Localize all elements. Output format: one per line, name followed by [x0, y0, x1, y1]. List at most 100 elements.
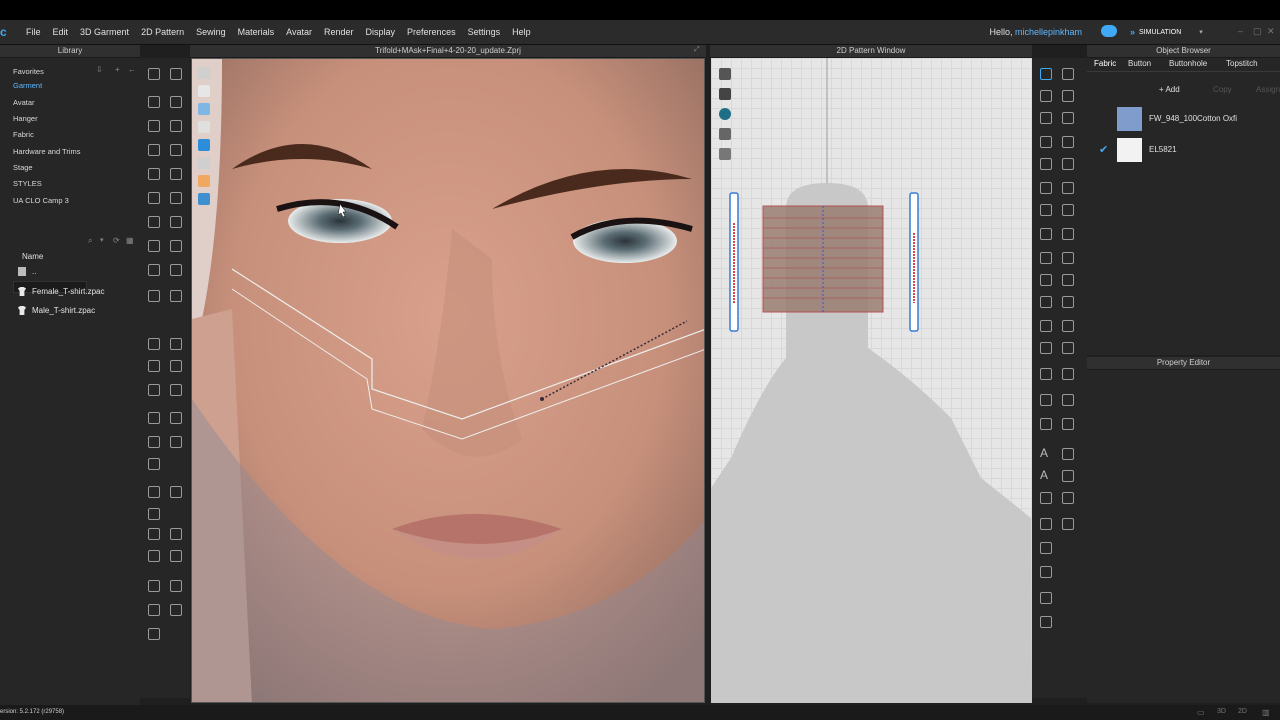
pattern-fill-icon[interactable] [1062, 274, 1074, 286]
pattern-lock-icon[interactable] [719, 148, 731, 160]
library-item-favorites[interactable]: Favorites [13, 67, 44, 76]
download-icon[interactable]: ⇩ [96, 65, 103, 74]
dashed-line-icon[interactable] [1062, 320, 1074, 332]
polygon-icon[interactable] [1040, 136, 1052, 148]
curve-point-icon[interactable] [1062, 90, 1074, 102]
layout-icon[interactable] [1040, 296, 1052, 308]
texture-icon[interactable] [148, 436, 160, 448]
avatar-view-icon[interactable] [198, 67, 210, 79]
stitch-icon[interactable] [1062, 252, 1074, 264]
add-point-icon[interactable] [1040, 112, 1052, 124]
seam-line-icon[interactable] [1040, 320, 1052, 332]
notch-icon[interactable] [1040, 204, 1052, 216]
file-parent[interactable]: .. [18, 267, 36, 276]
search-icon[interactable]: ⌕ [88, 236, 92, 246]
menu-help[interactable]: Help [506, 27, 537, 37]
minimize-icon[interactable]: – [1238, 26, 1243, 36]
graphic-icon[interactable] [148, 412, 160, 424]
pattern-globe-icon[interactable] [719, 108, 731, 120]
rectangle-icon[interactable] [1062, 136, 1074, 148]
seam-allowance-icon[interactable] [1040, 228, 1052, 240]
library-item-ua-clo-camp[interactable]: UA CLO Camp 3 [13, 196, 69, 205]
lasso-icon[interactable] [148, 580, 160, 592]
pen-2d-icon[interactable] [1040, 492, 1052, 504]
menu-display[interactable]: Display [360, 27, 402, 37]
measure-2d-icon[interactable] [1062, 394, 1074, 406]
pattern-viewport[interactable] [711, 58, 1032, 703]
drape-icon[interactable] [170, 604, 182, 616]
segment-sewing-icon[interactable] [148, 144, 160, 156]
menu-sewing[interactable]: Sewing [190, 27, 232, 37]
line-2d-icon[interactable] [1062, 296, 1074, 308]
3d-viewport[interactable] [191, 58, 705, 703]
avatar-measure-icon[interactable] [170, 580, 182, 592]
puckering-icon[interactable] [170, 360, 182, 372]
pin-2d-icon[interactable] [1040, 592, 1052, 604]
box-select-icon[interactable] [148, 120, 160, 132]
pattern-pen-icon[interactable] [719, 68, 731, 80]
filter-dropdown-icon[interactable]: ▾ [100, 236, 104, 244]
menu-preferences[interactable]: Preferences [401, 27, 462, 37]
menu-edit[interactable]: Edit [47, 27, 75, 37]
zigzag-icon[interactable] [1062, 342, 1074, 354]
edit-pattern-icon[interactable] [1040, 68, 1052, 80]
file-male-tshirt[interactable]: Male_T-shirt.zpac [18, 306, 95, 315]
elastic-icon[interactable] [148, 550, 160, 562]
puckering-2d-icon[interactable] [1040, 566, 1052, 578]
avatar-pose-icon[interactable] [170, 68, 182, 80]
name-column-header[interactable]: Name [22, 252, 43, 261]
cloud-icon[interactable] [1101, 25, 1117, 37]
transform-tool-icon[interactable] [170, 96, 182, 108]
texture-2d-icon[interactable] [1040, 274, 1052, 286]
internal-shape-icon[interactable] [1062, 158, 1074, 170]
copy-fabric-button[interactable]: Copy [1213, 85, 1232, 94]
pleat-icon[interactable] [1062, 204, 1074, 216]
circle-icon[interactable] [170, 290, 182, 302]
pin-icon[interactable] [170, 168, 182, 180]
fold-2d-icon[interactable] [1040, 418, 1052, 430]
add-icon[interactable]: + [115, 65, 120, 74]
file-female-tshirt[interactable]: Female_T-shirt.zpac [18, 287, 104, 296]
3d-layout-icon[interactable]: 3D [1217, 708, 1226, 715]
brush-icon[interactable] [148, 216, 160, 228]
skin-view-icon[interactable] [198, 175, 210, 187]
trace-icon[interactable] [1062, 182, 1074, 194]
ring-icon[interactable] [148, 604, 160, 616]
line-tool-icon[interactable] [148, 240, 160, 252]
library-item-stage[interactable]: Stage [13, 163, 33, 172]
button-tool-icon[interactable] [148, 384, 160, 396]
menu-2d-pattern[interactable]: 2D Pattern [135, 27, 190, 37]
bonding-icon[interactable] [1062, 228, 1074, 240]
body-view-icon[interactable] [198, 121, 210, 133]
layer-icon[interactable] [148, 508, 160, 520]
symbol-icon[interactable] [1062, 448, 1074, 460]
measure-icon[interactable] [148, 192, 160, 204]
zipper-icon[interactable] [148, 264, 160, 276]
edit-texture-icon[interactable] [170, 436, 182, 448]
image-icon[interactable] [1062, 492, 1074, 504]
library-item-hardware[interactable]: Hardware and Trims [13, 147, 81, 156]
split-icon[interactable] [170, 528, 182, 540]
tab-topstitch[interactable]: Topstitch [1226, 59, 1258, 68]
topstitch-2d-icon[interactable] [1040, 342, 1052, 354]
split-layout-icon[interactable]: ▥ [1262, 708, 1270, 717]
fabric-view-icon[interactable] [198, 139, 210, 151]
crop-icon[interactable] [1062, 518, 1074, 530]
library-item-avatar[interactable]: Avatar [13, 98, 35, 107]
fold-tool-icon[interactable] [170, 120, 182, 132]
outline-view-icon[interactable] [198, 157, 210, 169]
grid-2d-icon[interactable] [1040, 518, 1052, 530]
garment-icon[interactable] [148, 338, 160, 350]
arrange-icon[interactable] [148, 290, 160, 302]
edit-curve-icon[interactable] [1040, 90, 1052, 102]
trim-icon[interactable] [170, 412, 182, 424]
steam-icon[interactable] [170, 216, 182, 228]
tab-fabric[interactable]: Fabric [1094, 59, 1116, 68]
fabric-row[interactable]: FW_948_100Cotton Oxfi [1087, 105, 1280, 133]
ruler-icon[interactable] [1040, 394, 1052, 406]
bars-icon[interactable] [1040, 542, 1052, 554]
bar-icon[interactable] [148, 628, 160, 640]
grid-view-icon[interactable]: ▦ [126, 236, 134, 245]
2d-layout-icon[interactable]: 2D [1238, 708, 1247, 715]
texture-view-icon[interactable] [198, 103, 210, 115]
